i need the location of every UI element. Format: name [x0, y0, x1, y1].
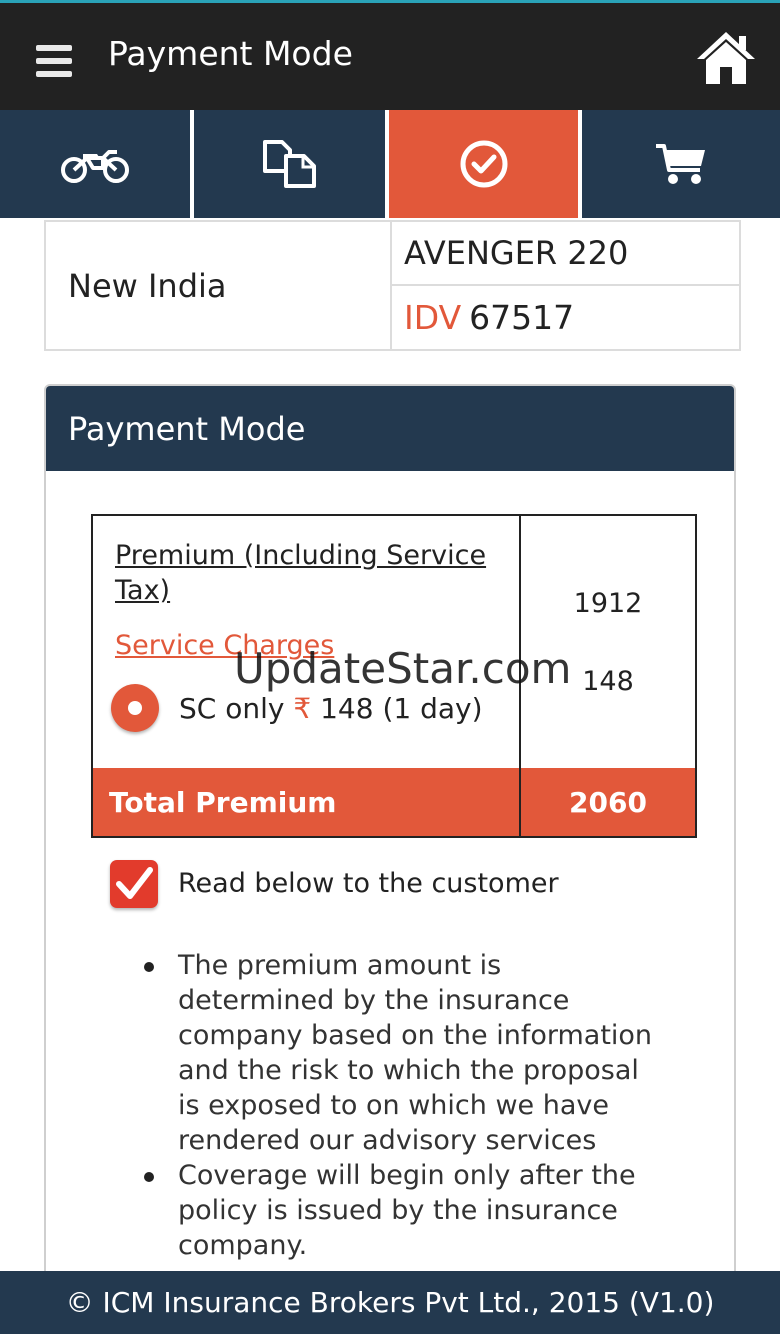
motorcycle-icon: [61, 150, 129, 183]
app-bar: Payment Mode: [0, 3, 780, 110]
total-premium-label: Total Premium: [93, 768, 521, 836]
list-item: Coverage will begin only after the polic…: [142, 1158, 662, 1263]
premium-labels: Premium (Including Service Tax) Service …: [93, 516, 521, 768]
tab-documents[interactable]: [194, 110, 386, 218]
premium-link[interactable]: Premium (Including Service Tax): [115, 538, 495, 608]
tab-vehicle[interactable]: [0, 110, 191, 218]
check-circle-icon: [460, 140, 508, 188]
premium-value: 1912: [573, 588, 643, 619]
read-checkbox[interactable]: [110, 860, 158, 908]
idv-value: 67517: [469, 298, 575, 337]
vehicle-summary: New India AVENGER 220 IDV 67517: [44, 220, 741, 351]
sc-option-prefix: SC only: [179, 692, 285, 725]
payment-mode-panel: Payment Mode Premium (Including Service …: [44, 384, 736, 1334]
tab-cart[interactable]: [582, 110, 780, 218]
hamburger-icon[interactable]: [36, 45, 72, 77]
rupee-icon: ₹: [293, 692, 312, 725]
list-item: The premium amount is determined by the …: [142, 948, 662, 1158]
panel-title: Payment Mode: [46, 386, 734, 471]
read-label: Read below to the customer: [178, 868, 559, 899]
step-tabs: [0, 110, 780, 218]
tab-payment[interactable]: [389, 110, 579, 218]
total-premium-row: Total Premium 2060: [93, 768, 695, 836]
cart-icon: [656, 144, 706, 184]
checkmark-icon: [116, 867, 153, 899]
idv-row: IDV 67517: [392, 286, 739, 349]
documents-icon: [262, 140, 316, 188]
insurer-name: New India: [46, 222, 392, 349]
watermark: UpdateStar.com: [234, 644, 572, 693]
idv-label: IDV: [404, 298, 462, 337]
sc-option-suffix: 148 (1 day): [320, 692, 483, 725]
customer-notes: The premium amount is determined by the …: [142, 948, 662, 1263]
sc-option-label: SC only ₹ 148 (1 day): [179, 692, 483, 725]
premium-values: 1912 148: [521, 516, 695, 768]
vehicle-model: AVENGER 220: [392, 222, 739, 286]
total-premium-value: 2060: [569, 785, 647, 819]
home-icon[interactable]: [695, 29, 757, 87]
sc-only-radio[interactable]: [111, 684, 159, 732]
page-title: Payment Mode: [108, 34, 353, 73]
footer: © ICM Insurance Brokers Pvt Ltd., 2015 (…: [0, 1271, 780, 1334]
